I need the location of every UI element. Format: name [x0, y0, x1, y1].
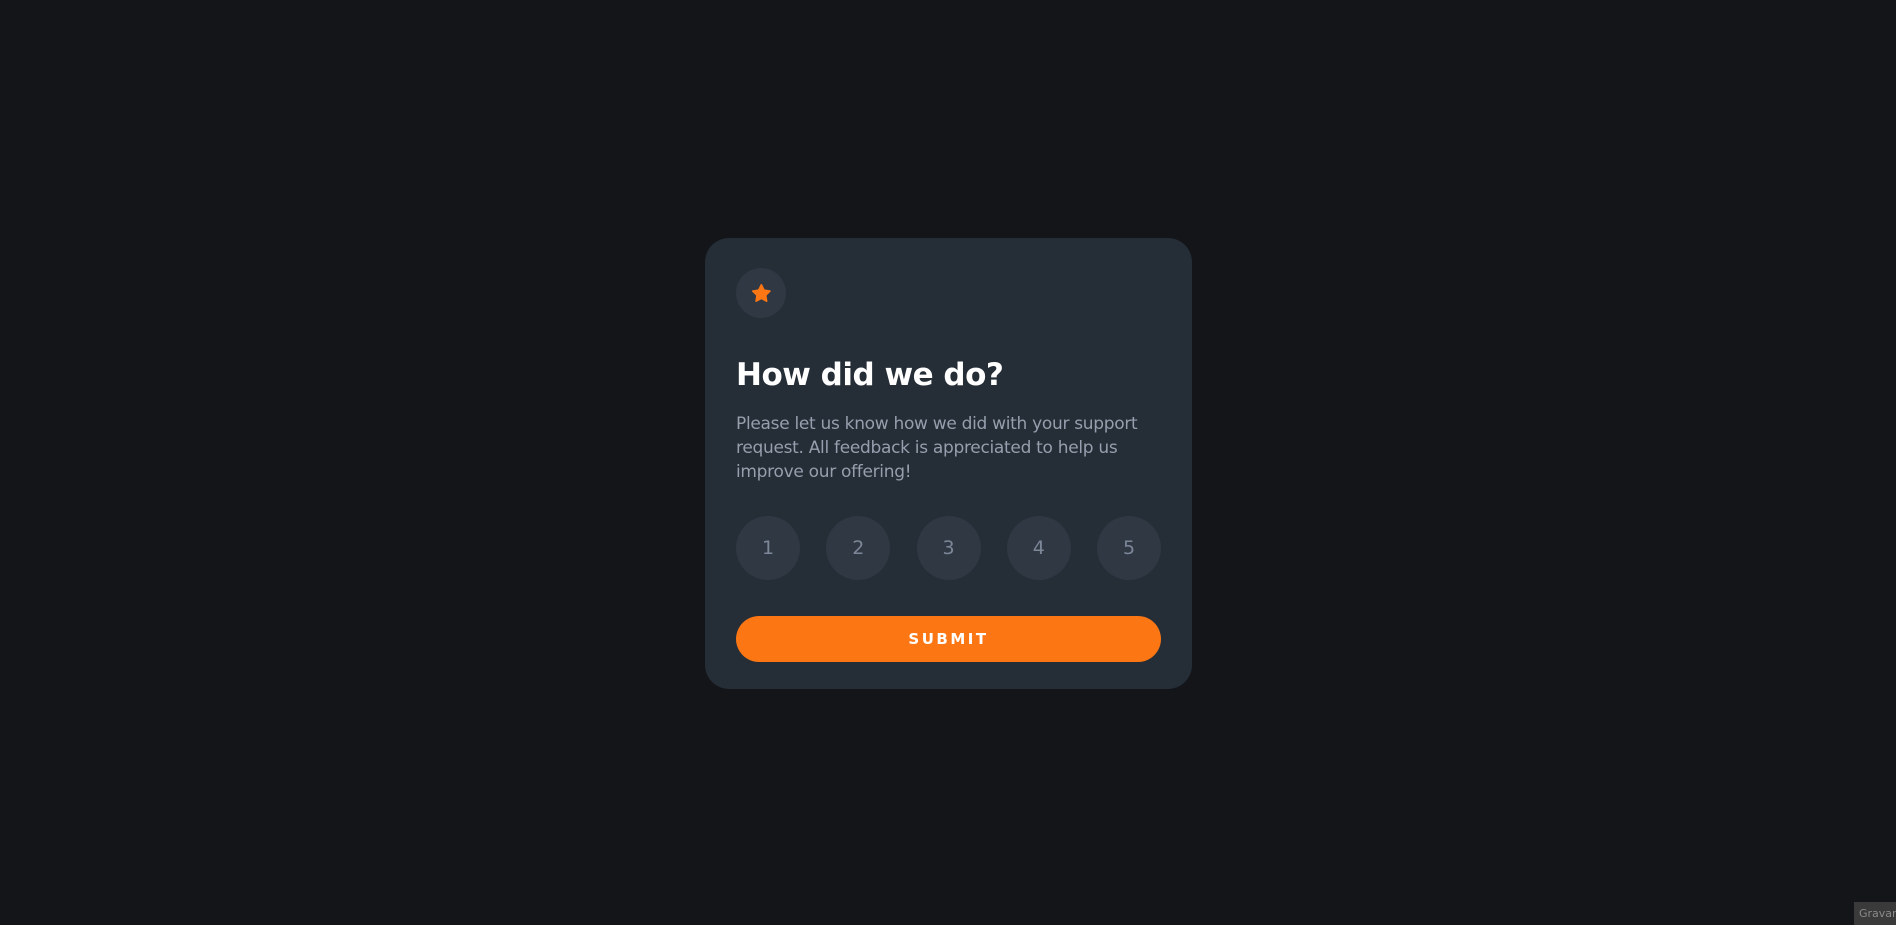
rating-option-3[interactable]: 3: [916, 516, 981, 580]
submit-button[interactable]: SUBMIT: [736, 616, 1161, 662]
rating-options: 1 2 3 4 5: [736, 516, 1161, 580]
card-title: How did we do?: [736, 357, 1004, 393]
star-icon: [751, 284, 771, 302]
card-description: Please let us know how we did with your …: [736, 414, 1138, 482]
attribution-badge[interactable]: Gravar: [1854, 902, 1896, 925]
rating-option-4[interactable]: 4: [1006, 516, 1071, 580]
page: How did we do? Please let us know how we…: [0, 0, 1896, 925]
star-badge: [736, 268, 786, 318]
rating-card: How did we do? Please let us know how we…: [705, 238, 1192, 689]
rating-option-1[interactable]: 1: [736, 516, 800, 580]
rating-option-5[interactable]: 5: [1097, 516, 1161, 580]
rating-option-2[interactable]: 2: [826, 516, 891, 580]
